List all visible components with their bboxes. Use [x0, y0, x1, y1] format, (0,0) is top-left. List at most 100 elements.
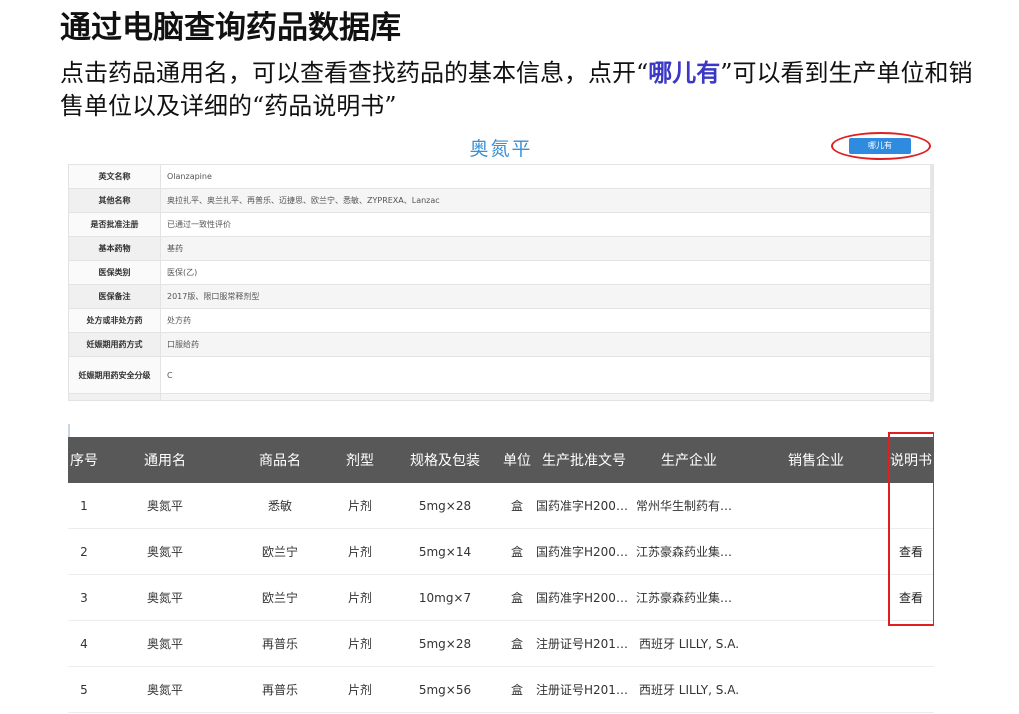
col-header-seq[interactable]: 序号 — [68, 437, 100, 483]
drug-name-heading[interactable]: 奥氮平 — [68, 134, 934, 161]
info-value: 已通过一致性评价 — [160, 212, 934, 237]
cell-producer: 常州华生制药有限公司 — [634, 483, 744, 529]
info-value: 处方药 — [160, 308, 934, 333]
info-row: 妊娠期用药安全分级 C — [68, 356, 934, 394]
cell-approval: 注册证号H20160497 — [534, 666, 634, 713]
cell-dosage-form: 片剂 — [330, 620, 390, 667]
view-manual-link[interactable]: 查看 — [888, 528, 934, 575]
info-value: 2017版、限口服常释剂型 — [160, 284, 934, 309]
cell-dosage-form: 片剂 — [330, 528, 390, 575]
table-row[interactable]: 1 奥氮平 悉敏 片剂 5mg×28 盒 国药准字H20030512 常州华生制… — [68, 483, 934, 529]
cell-brand-name: 再普乐 — [230, 666, 330, 713]
cell-seq: 3 — [68, 574, 100, 621]
panel-edge — [68, 424, 70, 438]
info-value: 医保(乙) — [160, 260, 934, 285]
info-value: Olanzapine — [160, 164, 934, 189]
cell-producer: 江苏豪森药业集团有... — [634, 574, 744, 621]
info-label: 其他名称 — [68, 188, 161, 213]
info-label: 医保类别 — [68, 260, 161, 285]
cell-generic-name: 奥氮平 — [100, 483, 230, 529]
cell-spec: 10mg×7 — [390, 574, 500, 621]
view-manual-link[interactable]: 查看 — [888, 574, 934, 621]
desc-highlight: 哪儿有 — [648, 58, 721, 87]
cell-generic-name: 奥氮平 — [100, 574, 230, 621]
cell-manual — [888, 666, 934, 713]
table-header-row: 序号 通用名 商品名 剂型 规格及包装 单位 生产批准文号 生产企业 销售企业 … — [68, 437, 934, 483]
info-label: 医保备注 — [68, 284, 161, 309]
info-value: 奥拉扎平、奥兰扎平、再普乐、迈捷思、欧兰宁、悉敏、ZYPREXA、Lanzac — [160, 188, 934, 213]
col-header-manual[interactable]: 说明书 — [888, 437, 934, 483]
cell-generic-name: 奥氮平 — [100, 620, 230, 667]
cell-spec: 5mg×56 — [390, 666, 500, 713]
cell-brand-name: 欧兰宁 — [230, 528, 330, 575]
table-row[interactable]: 4 奥氮平 再普乐 片剂 5mg×28 盒 注册证号H20160497 西班牙 … — [68, 620, 934, 667]
cell-approval: 国药准字H20030512 — [534, 483, 634, 529]
col-header-dosage-form[interactable]: 剂型 — [330, 437, 390, 483]
panel-scrollbar[interactable] — [930, 164, 933, 402]
info-label: 妊娠期用药安全分级 — [68, 356, 161, 394]
cell-seller — [744, 528, 888, 575]
cell-manual — [888, 620, 934, 667]
cell-spec: 5mg×14 — [390, 528, 500, 575]
cell-approval: 国药准字H20010799 — [534, 574, 634, 621]
info-label: 处方或非处方药 — [68, 308, 161, 333]
cell-seq: 4 — [68, 620, 100, 667]
cell-producer: 西班牙 LILLY, S.A. — [634, 666, 744, 713]
col-header-brand-name[interactable]: 商品名 — [230, 437, 330, 483]
cell-approval: 注册证号H20160497 — [534, 620, 634, 667]
desc-text-before: 点击药品通用名，可以查看查找药品的基本信息，点开“ — [60, 59, 649, 87]
info-label: 是否批准注册 — [68, 212, 161, 237]
cell-manual — [888, 483, 934, 529]
info-value: 口服给药 — [160, 332, 934, 357]
info-label: 基本药物 — [68, 236, 161, 261]
cell-seller — [744, 574, 888, 621]
info-row: 英文名称 Olanzapine — [68, 164, 934, 189]
table-row[interactable]: 5 奥氮平 再普乐 片剂 5mg×56 盒 注册证号H20160497 西班牙 … — [68, 666, 934, 713]
info-row: 是否批准注册 已通过一致性评价 — [68, 212, 934, 237]
info-label: 英文名称 — [68, 164, 161, 189]
info-row-cut — [68, 393, 934, 401]
cell-seller — [744, 483, 888, 529]
col-header-producer[interactable]: 生产企业 — [634, 437, 744, 483]
info-row: 其他名称 奥拉扎平、奥兰扎平、再普乐、迈捷思、欧兰宁、悉敏、ZYPREXA、Lan… — [68, 188, 934, 213]
cell-seller — [744, 620, 888, 667]
where-available-button[interactable]: 哪儿有 — [849, 138, 911, 154]
cell-spec: 5mg×28 — [390, 483, 500, 529]
cell-dosage-form: 片剂 — [330, 666, 390, 713]
info-row: 妊娠期用药方式 口服给药 — [68, 332, 934, 357]
col-header-generic-name[interactable]: 通用名 — [100, 437, 230, 483]
cell-unit: 盒 — [500, 574, 534, 621]
col-header-seller[interactable]: 销售企业 — [744, 437, 888, 483]
cell-unit: 盒 — [500, 620, 534, 667]
cell-generic-name: 奥氮平 — [100, 666, 230, 713]
manufacturer-table: 序号 通用名 商品名 剂型 规格及包装 单位 生产批准文号 生产企业 销售企业 … — [68, 437, 934, 713]
slide-title: 通过电脑查询药品数据库 — [60, 10, 401, 46]
cell-unit: 盒 — [500, 483, 534, 529]
cell-brand-name: 再普乐 — [230, 620, 330, 667]
info-label: 妊娠期用药方式 — [68, 332, 161, 357]
info-value: 基药 — [160, 236, 934, 261]
cell-brand-name: 欧兰宁 — [230, 574, 330, 621]
drug-detail-panel: 奥氮平 哪儿有 英文名称 Olanzapine 其他名称 奥拉扎平、奥兰扎平、再普乐… — [68, 132, 934, 402]
cell-unit: 盒 — [500, 666, 534, 713]
drug-info-table: 英文名称 Olanzapine 其他名称 奥拉扎平、奥兰扎平、再普乐、迈捷思、欧兰宁… — [68, 164, 934, 401]
cell-producer: 江苏豪森药业集团有... — [634, 528, 744, 575]
cell-unit: 盒 — [500, 528, 534, 575]
info-value: C — [160, 356, 934, 394]
cell-producer: 西班牙 LILLY, S.A. — [634, 620, 744, 667]
cell-dosage-form: 片剂 — [330, 483, 390, 529]
cell-seq: 1 — [68, 483, 100, 529]
info-row: 基本药物 基药 — [68, 236, 934, 261]
info-row: 医保备注 2017版、限口服常释剂型 — [68, 284, 934, 309]
info-row: 处方或非处方药 处方药 — [68, 308, 934, 333]
col-header-approval[interactable]: 生产批准文号 — [534, 437, 634, 483]
cell-spec: 5mg×28 — [390, 620, 500, 667]
cell-approval: 国药准字H20052688 — [534, 528, 634, 575]
table-row[interactable]: 2 奥氮平 欧兰宁 片剂 5mg×14 盒 国药准字H20052688 江苏豪森… — [68, 528, 934, 575]
table-row[interactable]: 3 奥氮平 欧兰宁 片剂 10mg×7 盒 国药准字H20010799 江苏豪森… — [68, 574, 934, 621]
col-header-spec[interactable]: 规格及包装 — [390, 437, 500, 483]
manufacturer-panel: 序号 通用名 商品名 剂型 规格及包装 单位 生产批准文号 生产企业 销售企业 … — [68, 424, 934, 714]
col-header-unit[interactable]: 单位 — [500, 437, 534, 483]
cell-seq: 5 — [68, 666, 100, 713]
cell-seller — [744, 666, 888, 713]
